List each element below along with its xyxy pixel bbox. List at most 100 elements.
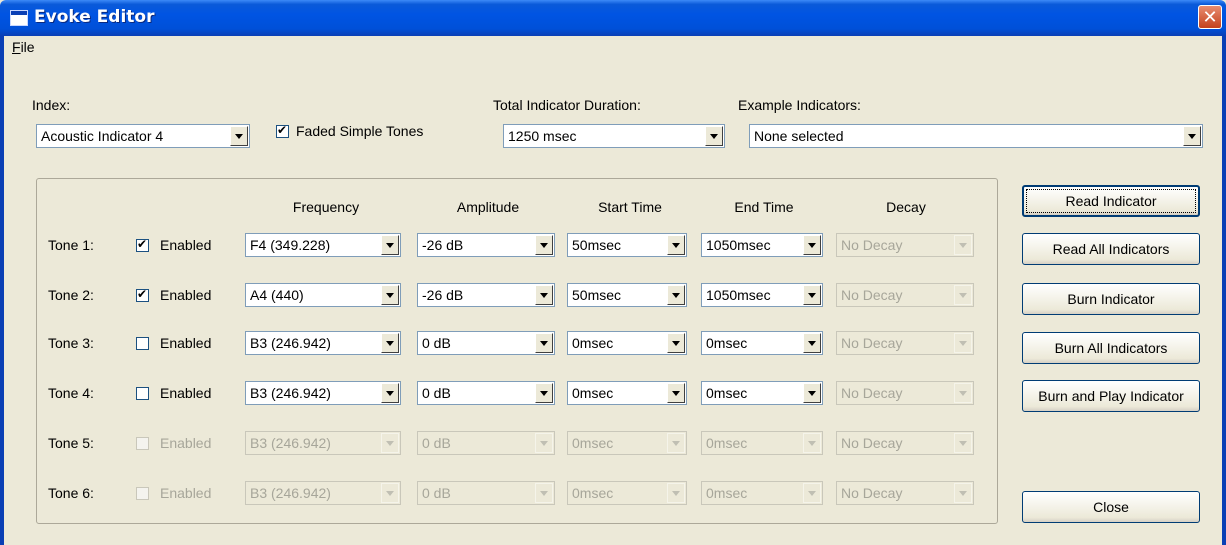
tone-label: Tone 2:: [48, 287, 94, 303]
frequency-dropdown[interactable]: B3 (246.942): [245, 381, 401, 405]
menu-file[interactable]: File: [12, 39, 35, 55]
amplitude-dropdown[interactable]: -26 dB: [417, 233, 555, 257]
decay-dropdown: No Decay: [836, 431, 974, 455]
chevron-down-icon: [954, 433, 972, 453]
tone-enabled-label: Enabled: [160, 237, 212, 253]
end-time-dropdown[interactable]: 1050msec: [701, 283, 823, 307]
examples-dropdown-value: None selected: [754, 128, 844, 144]
frequency-dropdown-value: A4 (440): [250, 287, 304, 303]
end-time-dropdown: 0msec: [701, 431, 823, 455]
start-time-dropdown[interactable]: 0msec: [567, 331, 687, 355]
amplitude-dropdown[interactable]: 0 dB: [417, 381, 555, 405]
end-time-dropdown-value: 0msec: [706, 485, 748, 501]
end-time-dropdown[interactable]: 0msec: [701, 381, 823, 405]
app-icon: [10, 10, 28, 26]
frequency-dropdown[interactable]: F4 (349.228): [245, 233, 401, 257]
frequency-dropdown-value: B3 (246.942): [250, 385, 331, 401]
chevron-down-icon[interactable]: [230, 126, 248, 146]
end-time-dropdown[interactable]: 0msec: [701, 331, 823, 355]
decay-dropdown: No Decay: [836, 331, 974, 355]
start-time-dropdown-value: 0msec: [572, 435, 614, 451]
tone-enabled-checkbox: [136, 487, 149, 500]
decay-dropdown-value: No Decay: [841, 435, 903, 451]
chevron-down-icon[interactable]: [667, 235, 685, 255]
decay-dropdown: No Decay: [836, 481, 974, 505]
chevron-down-icon[interactable]: [535, 333, 553, 353]
duration-dropdown[interactable]: 1250 msec: [503, 124, 725, 148]
frequency-dropdown: B3 (246.942): [245, 481, 401, 505]
decay-dropdown: No Decay: [836, 381, 974, 405]
chevron-down-icon[interactable]: [667, 383, 685, 403]
faded-simple-tones-checkbox[interactable]: [276, 123, 289, 138]
examples-dropdown[interactable]: None selected: [749, 124, 1203, 148]
chevron-down-icon: [954, 285, 972, 305]
chevron-down-icon: [535, 433, 553, 453]
chevron-down-icon[interactable]: [381, 383, 399, 403]
chevron-down-icon: [667, 433, 685, 453]
chevron-down-icon[interactable]: [803, 235, 821, 255]
start-time-dropdown-value: 0msec: [572, 385, 614, 401]
chevron-down-icon[interactable]: [381, 285, 399, 305]
tone-enabled-label: Enabled: [160, 335, 212, 351]
chevron-down-icon[interactable]: [667, 333, 685, 353]
decay-dropdown: No Decay: [836, 283, 974, 307]
menu-file-accelerator: F: [12, 39, 21, 55]
frequency-dropdown-value: B3 (246.942): [250, 335, 331, 351]
chevron-down-icon: [381, 433, 399, 453]
start-time-dropdown-value: 0msec: [572, 335, 614, 351]
header-amplitude: Amplitude: [456, 199, 520, 215]
end-time-dropdown-value: 0msec: [706, 335, 748, 351]
chevron-down-icon[interactable]: [535, 285, 553, 305]
close-window-button[interactable]: ✕: [1198, 5, 1222, 29]
chevron-down-icon[interactable]: [705, 126, 723, 146]
chevron-down-icon[interactable]: [381, 333, 399, 353]
amplitude-dropdown: 0 dB: [417, 481, 555, 505]
burn-all-indicators-button[interactable]: Burn All Indicators: [1022, 332, 1200, 364]
read-indicator-button[interactable]: Read Indicator: [1022, 185, 1200, 217]
amplitude-dropdown-value: 0 dB: [422, 385, 451, 401]
tone-enabled-checkbox[interactable]: [136, 237, 149, 252]
chevron-down-icon[interactable]: [535, 235, 553, 255]
chevron-down-icon: [535, 483, 553, 503]
end-time-dropdown-value: 1050msec: [706, 237, 771, 253]
amplitude-dropdown[interactable]: -26 dB: [417, 283, 555, 307]
frequency-dropdown[interactable]: A4 (440): [245, 283, 401, 307]
end-time-dropdown: 0msec: [701, 481, 823, 505]
start-time-dropdown[interactable]: 50msec: [567, 233, 687, 257]
amplitude-dropdown[interactable]: 0 dB: [417, 331, 555, 355]
chevron-down-icon[interactable]: [803, 333, 821, 353]
end-time-dropdown-value: 0msec: [706, 435, 748, 451]
start-time-dropdown[interactable]: 0msec: [567, 381, 687, 405]
chevron-down-icon[interactable]: [803, 383, 821, 403]
frequency-dropdown[interactable]: B3 (246.942): [245, 331, 401, 355]
examples-label: Example Indicators:: [738, 97, 861, 113]
menu-bar: File: [4, 36, 1222, 58]
end-time-dropdown[interactable]: 1050msec: [701, 233, 823, 257]
tone-enabled-checkbox[interactable]: [136, 387, 149, 400]
amplitude-dropdown-value: 0 dB: [422, 335, 451, 351]
chevron-down-icon[interactable]: [535, 383, 553, 403]
start-time-dropdown[interactable]: 50msec: [567, 283, 687, 307]
chevron-down-icon[interactable]: [803, 285, 821, 305]
close-button[interactable]: Close: [1022, 491, 1200, 523]
duration-label: Total Indicator Duration:: [493, 97, 641, 113]
end-time-dropdown-value: 0msec: [706, 385, 748, 401]
read-all-indicators-button[interactable]: Read All Indicators: [1022, 233, 1200, 265]
decay-dropdown-value: No Decay: [841, 287, 903, 303]
tone-enabled-checkbox[interactable]: [136, 287, 149, 302]
decay-dropdown-value: No Decay: [841, 237, 903, 253]
chevron-down-icon: [667, 483, 685, 503]
decay-dropdown-value: No Decay: [841, 335, 903, 351]
tone-label: Tone 1:: [48, 237, 94, 253]
chevron-down-icon[interactable]: [1183, 126, 1201, 146]
menu-file-label: ile: [20, 39, 35, 55]
tone-enabled-checkbox[interactable]: [136, 337, 149, 350]
index-dropdown[interactable]: Acoustic Indicator 4: [36, 124, 250, 148]
chevron-down-icon: [381, 483, 399, 503]
chevron-down-icon[interactable]: [667, 285, 685, 305]
amplitude-dropdown: 0 dB: [417, 431, 555, 455]
chevron-down-icon[interactable]: [381, 235, 399, 255]
burn-and-play-indicator-button[interactable]: Burn and Play Indicator: [1022, 380, 1200, 412]
tone-label: Tone 3:: [48, 335, 94, 351]
burn-indicator-button[interactable]: Burn Indicator: [1022, 283, 1200, 315]
